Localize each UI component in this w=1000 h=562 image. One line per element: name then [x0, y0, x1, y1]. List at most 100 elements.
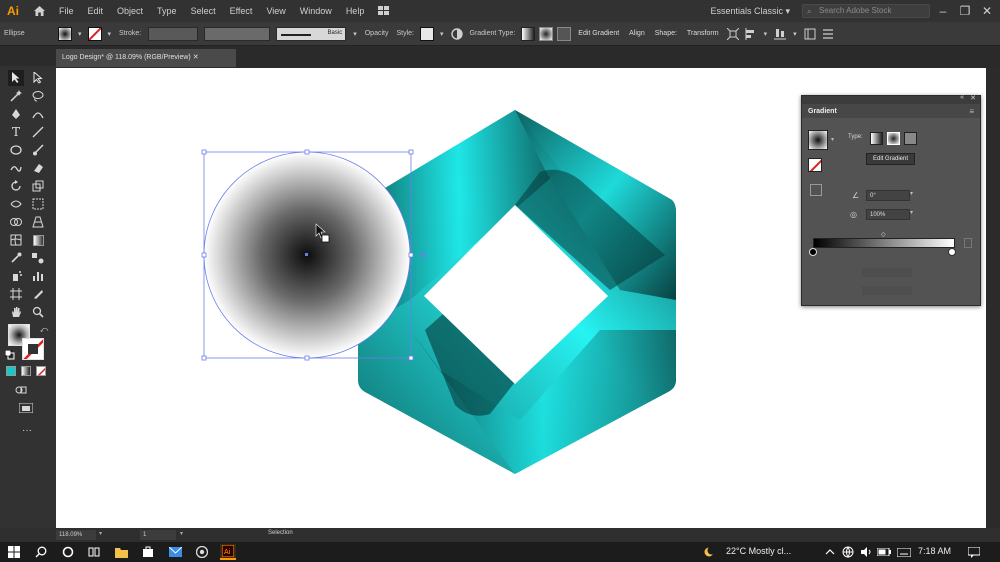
- menu-help[interactable]: Help: [339, 0, 372, 22]
- close-icon[interactable]: ✕: [976, 0, 998, 22]
- chrome-icon[interactable]: [194, 544, 210, 560]
- eyedropper-tool-icon[interactable]: [8, 250, 24, 266]
- shape-link[interactable]: Shape:: [650, 28, 682, 39]
- panel-menu-icon[interactable]: [803, 27, 817, 41]
- fill-swatch[interactable]: [58, 26, 72, 41]
- volume-icon[interactable]: [858, 544, 874, 560]
- pen-tool-icon[interactable]: [8, 106, 24, 122]
- linear-gradient-icon[interactable]: [521, 26, 536, 41]
- transform-link[interactable]: Transform: [682, 28, 724, 39]
- zoom-level-select[interactable]: 118.09%: [56, 530, 96, 540]
- selection-tool-icon[interactable]: [8, 70, 24, 86]
- chevron-down-icon[interactable]: ▾: [74, 30, 86, 38]
- menu-view[interactable]: View: [259, 0, 292, 22]
- artboard-navigator[interactable]: 1: [140, 530, 176, 540]
- file-explorer-icon[interactable]: [113, 544, 129, 560]
- chevron-down-icon[interactable]: ▾: [180, 530, 183, 537]
- eraser-tool-icon[interactable]: [30, 160, 46, 176]
- battery-icon[interactable]: [876, 544, 892, 560]
- edit-toolbar-icon[interactable]: ···: [19, 422, 35, 438]
- task-view-icon[interactable]: [86, 544, 102, 560]
- gradient-stop-white[interactable]: [948, 248, 956, 256]
- artboard-tool-icon[interactable]: [8, 286, 24, 302]
- weather-icon[interactable]: [702, 544, 718, 560]
- shaper-tool-icon[interactable]: [8, 160, 24, 176]
- paintbrush-tool-icon[interactable]: [30, 142, 46, 158]
- panel-header[interactable]: « ✕: [802, 94, 980, 104]
- curvature-tool-icon[interactable]: [30, 106, 46, 122]
- chevron-down-icon[interactable]: ▾: [831, 136, 834, 143]
- store-icon[interactable]: [140, 544, 156, 560]
- ellipse-tool-icon[interactable]: [8, 142, 24, 158]
- radial-gradient-button[interactable]: [887, 132, 900, 145]
- menu-file[interactable]: File: [52, 0, 81, 22]
- scale-tool-icon[interactable]: [30, 178, 46, 194]
- align-link[interactable]: Align: [624, 28, 650, 39]
- menu-effect[interactable]: Effect: [223, 0, 260, 22]
- perspective-grid-tool-icon[interactable]: [30, 214, 46, 230]
- stroke-weight-input[interactable]: [148, 26, 199, 41]
- stroke-swatch[interactable]: [87, 26, 102, 41]
- linear-gradient-button[interactable]: [870, 132, 883, 145]
- hand-tool-icon[interactable]: [8, 304, 24, 320]
- gradient-stop-black[interactable]: [809, 248, 817, 256]
- current-tool-status[interactable]: Selection: [268, 530, 293, 536]
- cortana-icon[interactable]: [60, 544, 76, 560]
- clock[interactable]: 7:18 AM: [918, 546, 951, 556]
- line-segment-tool-icon[interactable]: [30, 124, 46, 140]
- chevron-down-icon[interactable]: ▾: [910, 209, 913, 216]
- freeform-gradient-icon[interactable]: [557, 26, 572, 41]
- graph-tool-icon[interactable]: [30, 268, 46, 284]
- document-tab[interactable]: Logo Design* @ 118.09% (RGB/Preview) ✕: [56, 49, 236, 67]
- width-tool-icon[interactable]: [8, 196, 24, 212]
- weather-status[interactable]: 22°C Mostly cl...: [726, 546, 791, 556]
- panel-menu-icon[interactable]: ≡: [969, 107, 974, 116]
- gradient-tab[interactable]: Gradient ≡: [802, 104, 980, 118]
- gradient-midpoint[interactable]: ◇: [881, 231, 886, 238]
- direct-selection-tool-icon[interactable]: [30, 70, 46, 86]
- delete-stop-icon[interactable]: [964, 238, 972, 248]
- brush-definition-select[interactable]: Basic: [276, 26, 347, 41]
- draw-mode-icon[interactable]: [13, 382, 29, 398]
- isolate-icon[interactable]: [726, 27, 740, 41]
- blend-tool-icon[interactable]: [30, 250, 46, 266]
- type-tool-icon[interactable]: T: [8, 124, 24, 140]
- chevron-up-icon[interactable]: [822, 544, 838, 560]
- rotate-tool-icon[interactable]: [8, 178, 24, 194]
- swap-fill-stroke-icon[interactable]: ⤺: [36, 322, 52, 338]
- chevron-down-icon[interactable]: ▾: [910, 190, 913, 197]
- chevron-down-icon[interactable]: ▾: [99, 530, 102, 537]
- keyboard-icon[interactable]: [896, 544, 912, 560]
- stroke-gradient-options[interactable]: [810, 184, 822, 196]
- menu-select[interactable]: Select: [184, 0, 223, 22]
- home-icon[interactable]: [26, 0, 52, 22]
- stock-search-input[interactable]: ⌕ Search Adobe Stock: [802, 4, 930, 18]
- edit-gradient-button[interactable]: Edit Gradient: [573, 28, 624, 39]
- distribute-icon[interactable]: [773, 27, 787, 41]
- maximize-icon[interactable]: ❐: [954, 0, 976, 22]
- search-icon[interactable]: [33, 544, 49, 560]
- arrange-documents-icon[interactable]: [371, 0, 397, 22]
- shape-builder-tool-icon[interactable]: [8, 214, 24, 230]
- color-mode-button[interactable]: [6, 366, 16, 376]
- mesh-tool-icon[interactable]: [8, 232, 24, 248]
- default-fill-stroke-icon[interactable]: [2, 347, 18, 363]
- chevron-down-icon[interactable]: ▾: [436, 30, 448, 38]
- chevron-down-icon[interactable]: ▾: [349, 30, 361, 38]
- mail-icon[interactable]: [167, 544, 183, 560]
- gradient-tool-icon[interactable]: [30, 232, 46, 248]
- menu-window[interactable]: Window: [293, 0, 339, 22]
- close-icon[interactable]: ✕: [970, 94, 976, 102]
- chevron-down-icon[interactable]: ▾: [789, 30, 801, 38]
- lasso-tool-icon[interactable]: [30, 88, 46, 104]
- chevron-down-icon[interactable]: ▾: [104, 30, 116, 38]
- stroke-color-box[interactable]: [22, 338, 44, 360]
- notifications-icon[interactable]: [966, 544, 982, 560]
- angle-input[interactable]: 0°: [866, 190, 910, 201]
- free-transform-tool-icon[interactable]: [30, 196, 46, 212]
- align-objects-icon[interactable]: [744, 27, 758, 41]
- graphic-style-swatch[interactable]: [419, 26, 434, 41]
- collapse-icon[interactable]: «: [960, 94, 964, 101]
- screen-mode-icon[interactable]: [18, 400, 34, 416]
- chevron-down-icon[interactable]: ▾: [760, 30, 772, 38]
